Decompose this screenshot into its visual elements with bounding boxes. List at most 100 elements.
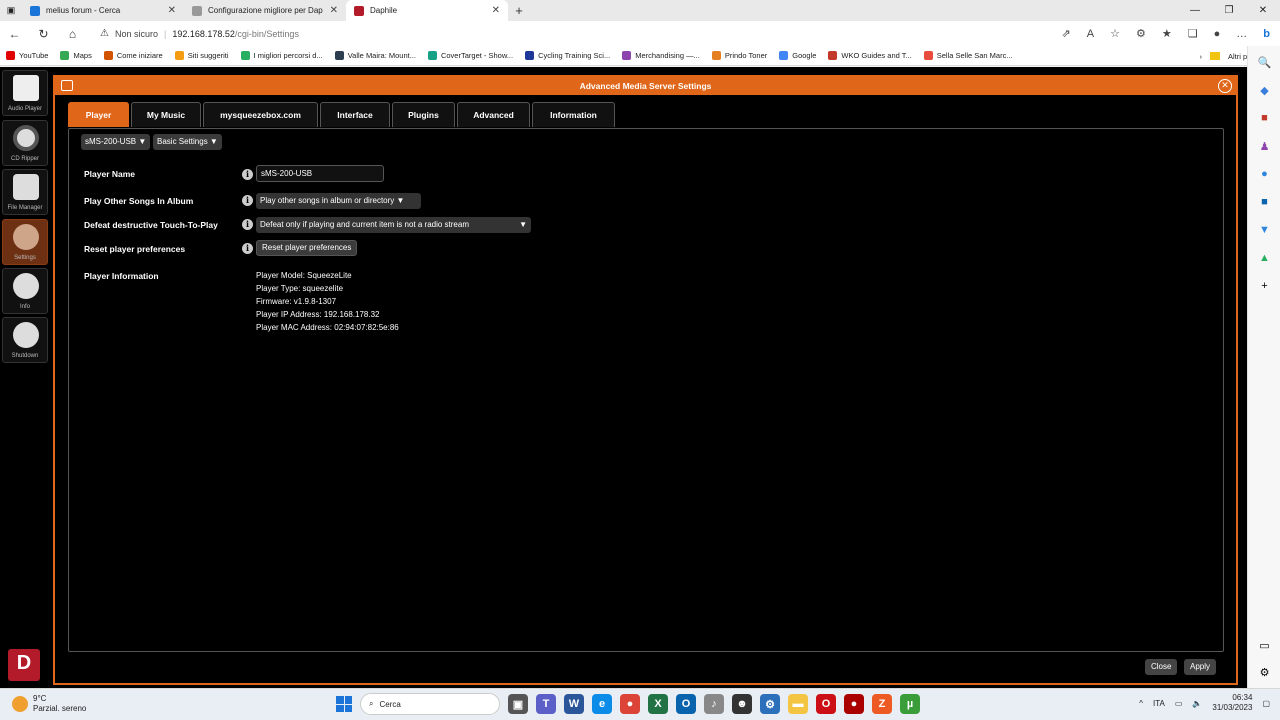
browser-tab-3[interactable]: Daphile ✕ — [346, 0, 508, 21]
close-tab-icon[interactable]: ✕ — [168, 5, 176, 16]
clock[interactable]: 06:34 31/03/2023 — [1212, 693, 1252, 713]
bookmark-item[interactable]: Sella Selle San Marc... — [918, 51, 1019, 60]
nav-audio-player[interactable]: Audio Player — [2, 70, 48, 116]
read-aloud-icon[interactable]: A — [1087, 28, 1094, 40]
tag-icon[interactable]: ◆ — [1248, 76, 1280, 104]
chevron-right-icon[interactable]: › — [1199, 52, 1202, 61]
edge-icon[interactable]: e — [592, 694, 612, 714]
tab-interface[interactable]: Interface — [320, 102, 390, 127]
popout-icon[interactable] — [61, 80, 73, 91]
favorites-icon[interactable]: ★ — [1162, 27, 1172, 40]
tab-my-music[interactable]: My Music — [131, 102, 201, 127]
language-indicator[interactable]: ITA — [1153, 699, 1165, 708]
bookmark-item[interactable]: Merchandising —... — [616, 51, 706, 60]
notification-icon[interactable]: ▢ — [1262, 699, 1270, 708]
bookmark-item[interactable]: Prindo Toner — [706, 51, 773, 60]
bookmark-item[interactable]: YouTube — [0, 51, 54, 60]
tab-information[interactable]: Information — [532, 102, 615, 127]
bookmark-item[interactable]: Maps — [54, 51, 97, 60]
close-button[interactable]: Close — [1145, 659, 1178, 675]
defeat-touch-to-play-select[interactable]: Defeat only if playing and current item … — [256, 217, 531, 233]
favorite-icon[interactable]: ☆ — [1110, 27, 1120, 40]
zotero-icon[interactable]: Z — [872, 694, 892, 714]
home-button[interactable]: ⌂ — [58, 27, 87, 41]
file-explorer-icon[interactable]: ▬ — [788, 694, 808, 714]
sidebar-layout-icon[interactable]: ▭ — [1248, 631, 1280, 659]
torrent-icon[interactable]: µ — [900, 694, 920, 714]
bookmark-item[interactable]: Cycling Training Sci... — [519, 51, 616, 60]
profile-icon[interactable]: ● — [1214, 28, 1221, 40]
settings-group-select[interactable]: Basic Settings ▼ — [153, 134, 222, 150]
nav-file-manager[interactable]: File Manager — [2, 169, 48, 215]
drop-icon[interactable]: ▼ — [1248, 216, 1280, 244]
info-icon[interactable]: i — [242, 219, 253, 230]
browser-tab-2[interactable]: Configurazione migliore per Dap ✕ — [184, 0, 346, 21]
info-icon[interactable]: i — [242, 195, 253, 206]
taskbar-search[interactable]: ⌕ Cerca — [360, 693, 500, 715]
chevron-up-icon[interactable]: ^ — [1139, 699, 1143, 708]
minimize-button[interactable]: — — [1178, 0, 1212, 21]
task-view-icon[interactable]: ▣ — [508, 694, 528, 714]
word-icon[interactable]: W — [564, 694, 584, 714]
share-icon[interactable]: ⇗ — [1062, 27, 1071, 40]
collections-icon[interactable]: ❏ — [1188, 27, 1198, 40]
settings-icon[interactable]: ⚙ — [1248, 658, 1280, 686]
bing-chat-icon[interactable]: b — [1263, 28, 1270, 40]
games-icon[interactable]: ♟ — [1248, 132, 1280, 160]
tools-icon[interactable]: ■ — [1248, 104, 1280, 132]
tab-player[interactable]: Player — [68, 102, 129, 127]
outlook-icon[interactable]: ■ — [1248, 188, 1280, 216]
reset-preferences-button[interactable]: Reset player preferences — [256, 240, 358, 256]
close-tab-icon[interactable]: ✕ — [330, 5, 338, 16]
address-bar[interactable]: ⚠ Non sicuro | 192.168.178.52/cgi-bin/Se… — [100, 24, 1072, 43]
app-icon[interactable]: ♪ — [704, 694, 724, 714]
nav-shutdown[interactable]: Shutdown — [2, 317, 48, 363]
tab-plugins[interactable]: Plugins — [392, 102, 455, 127]
close-window-button[interactable]: ✕ — [1246, 0, 1280, 21]
extensions-icon[interactable]: ⚙ — [1136, 27, 1146, 40]
volume-icon[interactable]: 🔈 — [1192, 699, 1202, 708]
bookmark-item[interactable]: CoverTarget - Show... — [422, 51, 519, 60]
bookmark-item[interactable]: I migliori percorsi d... — [235, 51, 329, 60]
nav-info[interactable]: Info — [2, 268, 48, 314]
info-icon[interactable]: i — [242, 243, 253, 254]
back-button[interactable]: ← — [0, 27, 29, 41]
network-icon[interactable]: ▭ — [1175, 699, 1183, 708]
office-icon[interactable]: ● — [1248, 160, 1280, 188]
tree-icon[interactable]: ▲ — [1248, 244, 1280, 272]
settings-app-icon[interactable]: ⚙ — [760, 694, 780, 714]
tab-advanced[interactable]: Advanced — [457, 102, 530, 127]
bookmark-item[interactable]: Valle Maira: Mount... — [329, 51, 422, 60]
more-icon[interactable]: … — [1236, 28, 1247, 40]
tab-mysqueezebox[interactable]: mysqueezebox.com — [203, 102, 318, 127]
alien-icon[interactable]: ☻ — [732, 694, 752, 714]
player-select[interactable]: sMS-200-USB ▼ — [81, 134, 151, 150]
bookmark-item[interactable]: Come iniziare — [98, 51, 169, 60]
bookmark-item[interactable]: WKO Guides and T... — [822, 51, 917, 60]
apply-button[interactable]: Apply — [1184, 659, 1217, 675]
bookmark-item[interactable]: Siti suggeriti — [169, 51, 235, 60]
weather-widget[interactable]: 9°C Parzial. sereno — [12, 694, 86, 714]
add-icon[interactable]: + — [1248, 272, 1280, 300]
nav-settings[interactable]: Settings — [2, 219, 48, 265]
app-red-icon[interactable]: ● — [844, 694, 864, 714]
windows-start-icon[interactable] — [336, 696, 352, 712]
nav-cd-ripper[interactable]: CD Ripper — [2, 120, 48, 166]
bookmark-item[interactable]: Google — [773, 51, 822, 60]
close-icon[interactable]: ✕ — [1218, 79, 1232, 93]
player-name-input[interactable]: sMS-200-USB — [256, 165, 384, 182]
close-tab-icon[interactable]: ✕ — [492, 5, 500, 16]
play-other-songs-select[interactable]: Play other songs in album or directory ▼ — [256, 193, 421, 209]
chrome-icon[interactable]: ● — [620, 694, 640, 714]
outlook-icon[interactable]: O — [676, 694, 696, 714]
browser-tab-1[interactable]: melius forum - Cerca ✕ — [22, 0, 184, 21]
info-icon[interactable]: i — [242, 169, 253, 180]
opera-icon[interactable]: O — [816, 694, 836, 714]
new-tab-button[interactable]: + — [508, 3, 530, 18]
excel-icon[interactable]: X — [648, 694, 668, 714]
tab-actions-icon[interactable]: ▣ — [0, 0, 22, 21]
search-icon[interactable]: 🔍 — [1248, 48, 1280, 76]
restore-button[interactable]: ❐ — [1212, 0, 1246, 21]
refresh-button[interactable]: ↻ — [29, 27, 58, 41]
teams-icon[interactable]: T — [536, 694, 556, 714]
